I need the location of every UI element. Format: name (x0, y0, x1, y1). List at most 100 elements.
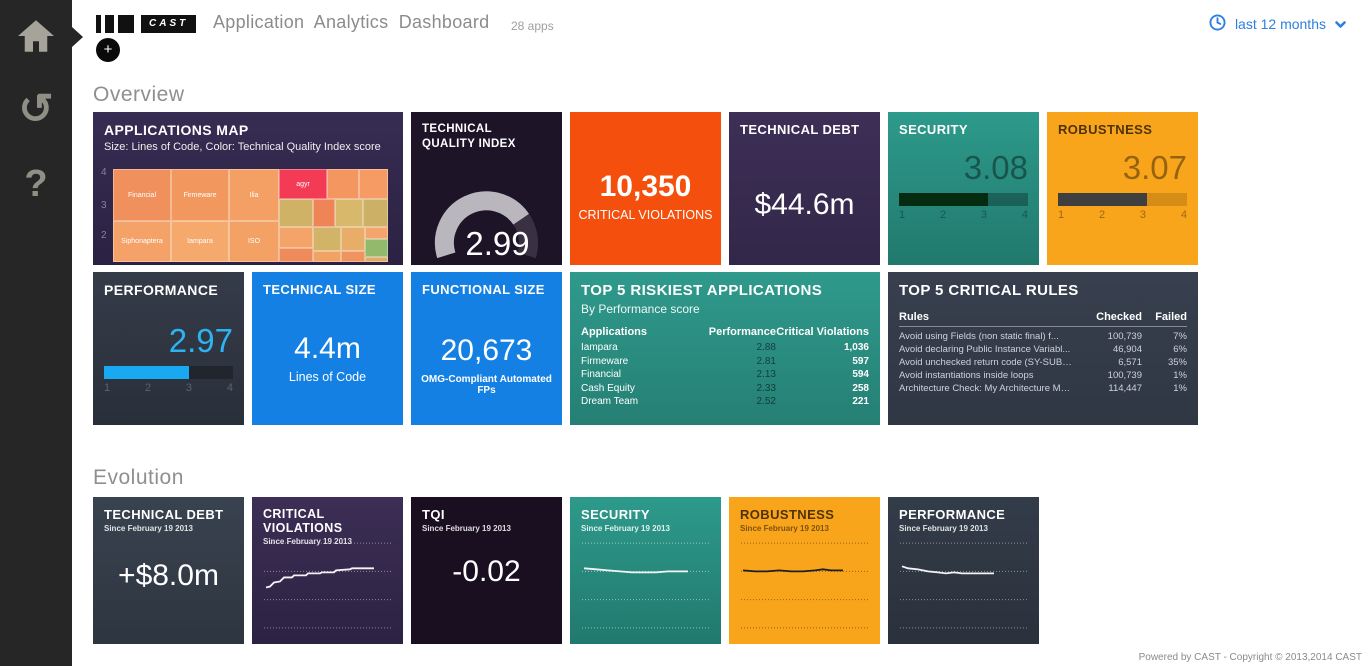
table-row[interactable]: Avoid unchecked return code (SY-SUBRC) .… (899, 356, 1187, 369)
card-title: ROBUSTNESS (740, 507, 869, 522)
table-row[interactable]: Dream Team2.52221 (581, 395, 869, 409)
critical-violations-label: CRITICAL VIOLATIONS (570, 208, 721, 222)
treemap-tile[interactable]: Financial (113, 169, 171, 221)
card-title: TECHNICAL DEBT (740, 122, 869, 137)
card-applications-map[interactable]: APPLICATIONS MAP Size: Lines of Code, Co… (93, 112, 403, 265)
table-row[interactable]: Iampara2.881,036 (581, 341, 869, 355)
card-title: SECURITY (899, 122, 1028, 137)
treemap-tile[interactable] (365, 257, 388, 262)
treemap-tile[interactable] (365, 227, 388, 239)
card-title: PERFORMANCE (104, 282, 233, 298)
technical-debt-value: $44.6m (729, 188, 880, 222)
card-subtitle: Since February 19 2013 (740, 524, 869, 533)
time-filter-label: last 12 months (1235, 16, 1326, 32)
treemap-tile[interactable]: agyr (279, 169, 327, 199)
card-subtitle: Since February 19 2013 (422, 524, 551, 533)
card-critical-violations[interactable]: 10,350 CRITICAL VIOLATIONS (570, 112, 721, 265)
card-technical-quality-index[interactable]: TECHNICAL QUALITY INDEX 2.99 (411, 112, 562, 265)
score-ticks: 1234 (899, 209, 1028, 221)
card-title: TECHNICAL DEBT (104, 507, 233, 522)
card-subtitle: Size: Lines of Code, Color: Technical Qu… (104, 141, 392, 155)
card-robustness[interactable]: ROBUSTNESS 3.07 1234 (1047, 112, 1198, 265)
table-row[interactable]: Avoid using Fields (non static final) f.… (899, 330, 1187, 343)
treemap-tile[interactable] (327, 169, 359, 199)
table-row[interactable]: Firmeware2.81597 (581, 355, 869, 369)
legend-tick: 3 (101, 200, 111, 211)
card-title: TECHNICAL SIZE (263, 282, 392, 297)
table-row[interactable]: Avoid instantiations inside loops100,739… (899, 369, 1187, 382)
riskiest-apps-table: Applications Performance Critical Violat… (581, 326, 869, 409)
card-performance[interactable]: PERFORMANCE 2.97 1234 (93, 272, 244, 425)
card-evolution-technical-debt[interactable]: TECHNICAL DEBT Since February 19 2013 +$… (93, 497, 244, 644)
treemap-tile[interactable] (341, 227, 365, 251)
treemap-tile[interactable]: ISO (229, 221, 279, 262)
table-row[interactable]: Financial2.13594 (581, 368, 869, 382)
treemap-tile[interactable]: Ilia (229, 169, 279, 221)
functional-size-label: OMG-Compliant Automated FPs (411, 374, 562, 396)
card-title: FUNCTIONAL SIZE (422, 282, 551, 297)
card-evolution-robustness[interactable]: ROBUSTNESS Since February 19 2013 (729, 497, 880, 644)
treemap-tile[interactable] (341, 251, 365, 262)
treemap-tile[interactable]: Firmeware (171, 169, 229, 221)
cast-logo[interactable]: CAST (96, 15, 196, 33)
critical-rules-table: Rules Checked Failed Avoid using Fields … (899, 311, 1187, 395)
treemap-tile[interactable] (279, 227, 313, 248)
security-trend-chart (580, 535, 711, 636)
robustness-trend-chart (739, 535, 870, 636)
treemap-tile[interactable]: Iampara (171, 221, 229, 262)
card-title: SECURITY (581, 507, 710, 522)
card-technical-debt[interactable]: TECHNICAL DEBT $44.6m (729, 112, 880, 265)
card-technical-size[interactable]: TECHNICAL SIZE 4.4m Lines of Code (252, 272, 403, 425)
card-evolution-critical-violations[interactable]: CRITICAL VIOLATIONS Since February 19 20… (252, 497, 403, 644)
table-row[interactable]: Avoid declaring Public Instance Variabl.… (899, 343, 1187, 356)
table-header: Applications Performance Critical Violat… (581, 326, 869, 341)
card-evolution-security[interactable]: SECURITY Since February 19 2013 (570, 497, 721, 644)
treemap-tile[interactable] (313, 227, 341, 251)
treemap-tile[interactable] (365, 239, 388, 257)
treemap-tile[interactable] (335, 199, 363, 227)
score-ticks: 1234 (1058, 209, 1187, 221)
treemap-tile[interactable] (359, 169, 388, 199)
functional-size-value: 20,673 (411, 334, 562, 368)
card-title: TOP 5 RISKIEST APPLICATIONS (581, 282, 869, 299)
time-filter-dropdown[interactable]: last 12 months (1209, 14, 1346, 34)
table-row[interactable]: Cash Equity2.33258 (581, 382, 869, 396)
critical-violations-trend-chart (262, 535, 393, 636)
undo-icon[interactable]: ↺ (0, 86, 72, 132)
help-icon[interactable]: ? (0, 162, 72, 206)
card-top5-riskiest-applications[interactable]: TOP 5 RISKIEST APPLICATIONS By Performan… (570, 272, 880, 425)
table-row[interactable]: Architecture Check: My Architecture Mod.… (899, 382, 1187, 395)
table-header: Rules Checked Failed (899, 311, 1187, 327)
legend-tick: 2 (101, 230, 111, 241)
treemap-tile[interactable] (279, 199, 313, 227)
sidebar-item-home[interactable] (0, 20, 72, 57)
technical-size-value: 4.4m (252, 332, 403, 366)
treemap-tile[interactable] (279, 248, 313, 262)
page-title: Application Analytics Dashboard (213, 12, 489, 33)
security-score-bar (899, 193, 1028, 206)
robustness-score-bar (1058, 193, 1187, 206)
card-title: ROBUSTNESS (1058, 122, 1187, 137)
sidebar: ↺ ? (0, 0, 72, 666)
legend-tick: 4 (101, 167, 111, 178)
applications-treemap: FinancialSiphonapteraFirmewareIamparaIli… (113, 169, 388, 262)
treemap-tile[interactable] (313, 251, 341, 262)
treemap-tile[interactable]: Siphonaptera (113, 221, 171, 262)
clock-icon (1209, 14, 1226, 34)
chevron-down-icon (1335, 16, 1346, 32)
card-top5-critical-rules[interactable]: TOP 5 CRITICAL RULES Rules Checked Faile… (888, 272, 1198, 425)
card-evolution-performance[interactable]: PERFORMANCE Since February 19 2013 (888, 497, 1039, 644)
card-security[interactable]: SECURITY 3.08 1234 (888, 112, 1039, 265)
card-evolution-tqi[interactable]: TQI Since February 19 2013 -0.02 (411, 497, 562, 644)
card-functional-size[interactable]: FUNCTIONAL SIZE 20,673 OMG-Compliant Aut… (411, 272, 562, 425)
card-title: APPLICATIONS MAP (104, 122, 392, 138)
card-subtitle: Since February 19 2013 (899, 524, 1028, 533)
score-ticks: 1234 (104, 382, 233, 394)
treemap-tile[interactable] (313, 199, 335, 227)
performance-score-bar (104, 366, 233, 379)
logo-bar (96, 15, 101, 33)
card-title: TECHNICAL QUALITY INDEX (422, 122, 538, 152)
treemap-tile[interactable] (363, 199, 388, 227)
card-subtitle: Since February 19 2013 (581, 524, 710, 533)
add-button[interactable]: + (96, 38, 120, 62)
